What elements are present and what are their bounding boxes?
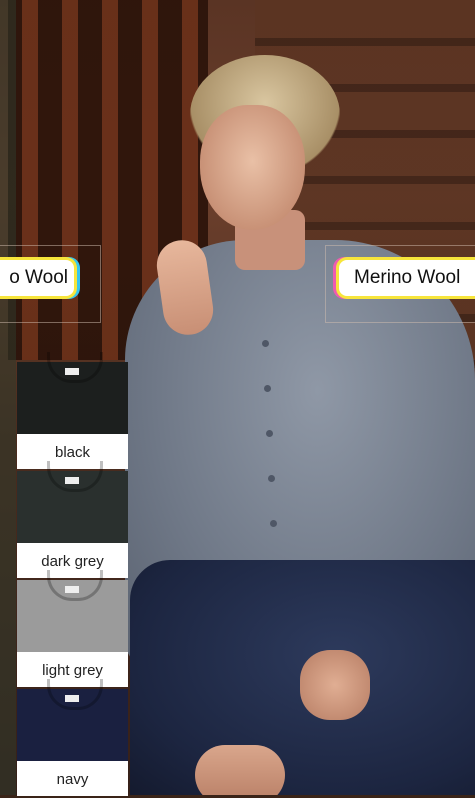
swatch-garment-image (17, 461, 128, 543)
label-tag-icon (65, 586, 79, 593)
merino-wool-badge-right: Merino Wool (339, 260, 475, 296)
label-tag-icon (65, 477, 79, 484)
color-swatch-black[interactable]: black (17, 352, 128, 469)
color-swatch-navy[interactable]: navy (17, 679, 128, 796)
label-tag-icon (65, 695, 79, 702)
swatch-garment-image (17, 570, 128, 652)
swatch-garment-image (17, 679, 128, 761)
color-swatch-list: black dark grey light grey navy (17, 352, 128, 798)
left-edge-strip (0, 0, 16, 795)
badge-label: Merino Wool (354, 267, 461, 288)
color-swatch-light-grey[interactable]: light grey (17, 570, 128, 687)
model-leg (195, 745, 285, 795)
model-face (200, 105, 305, 230)
merino-wool-badge-left: o Wool (0, 260, 74, 296)
swatch-garment-image (17, 352, 128, 434)
model-hand-knee (300, 650, 370, 720)
label-tag-icon (65, 368, 79, 375)
badge-label: o Wool (9, 267, 68, 288)
color-swatch-dark-grey[interactable]: dark grey (17, 461, 128, 578)
swatch-label: navy (17, 762, 128, 796)
